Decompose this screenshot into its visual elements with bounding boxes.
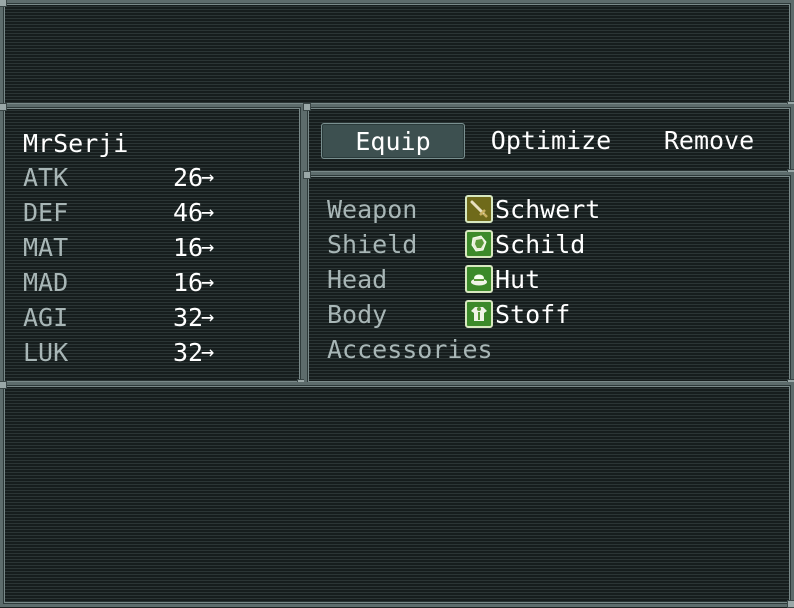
remove-command[interactable]: Remove xyxy=(637,123,781,159)
shield-icon xyxy=(465,230,493,258)
stat-row-agi: AGI 32 → xyxy=(23,301,283,335)
slot-item-name: Hut xyxy=(495,265,541,294)
stat-row-mad: MAD 16 → xyxy=(23,266,283,300)
stat-row-def: DEF 46 → xyxy=(23,196,283,230)
slot-weapon[interactable]: Weapon Schwert xyxy=(327,193,777,227)
right-arrow-icon: → xyxy=(201,340,215,365)
stat-value: 32 xyxy=(173,303,204,332)
stat-label: MAT xyxy=(23,233,69,262)
command-window: Equip Optimize Remove xyxy=(303,103,794,177)
slot-label: Shield xyxy=(327,230,418,259)
slot-label: Accessories xyxy=(327,335,493,364)
slot-label: Weapon xyxy=(327,195,418,224)
right-arrow-icon: → xyxy=(201,165,215,190)
stat-value: 16 xyxy=(173,268,204,297)
slot-label: Head xyxy=(327,265,388,294)
stat-label: AGI xyxy=(23,303,69,332)
right-arrow-icon: → xyxy=(201,200,215,225)
help-window xyxy=(0,0,794,109)
slot-item-name: Stoff xyxy=(495,300,571,329)
right-arrow-icon: → xyxy=(201,270,215,295)
slot-body[interactable]: Body Stoff xyxy=(327,298,777,332)
stat-value: 46 xyxy=(173,198,204,227)
slot-shield[interactable]: Shield Schild xyxy=(327,228,777,262)
hat-icon xyxy=(465,265,493,293)
stat-row-mat: MAT 16 → xyxy=(23,231,283,265)
stat-value: 16 xyxy=(173,233,204,262)
equip-command[interactable]: Equip xyxy=(321,123,465,159)
slot-item-name: Schwert xyxy=(495,195,601,224)
stat-value: 26 xyxy=(173,163,204,192)
cloth-armor-icon xyxy=(465,300,493,328)
equip-slot-window: Weapon Schwert Shield Schild Head Hut Bo… xyxy=(303,171,794,387)
right-arrow-icon: → xyxy=(201,235,215,260)
slot-item-name: Schild xyxy=(495,230,586,259)
slot-head[interactable]: Head Hut xyxy=(327,263,777,297)
stat-row-luk: LUK 32 → xyxy=(23,336,283,370)
slot-label: Body xyxy=(327,300,388,329)
status-window: MrSerji ATK 26 → DEF 46 → MAT 16 → MAD 1… xyxy=(0,103,305,387)
stat-label: LUK xyxy=(23,338,69,367)
actor-name: MrSerji xyxy=(23,129,129,158)
stat-label: MAD xyxy=(23,268,69,297)
optimize-command[interactable]: Optimize xyxy=(475,123,627,159)
slot-accessories[interactable]: Accessories xyxy=(327,333,777,367)
item-list-window[interactable] xyxy=(0,381,794,608)
right-arrow-icon: → xyxy=(201,305,215,330)
stat-label: DEF xyxy=(23,198,69,227)
sword-icon xyxy=(465,195,493,223)
stat-value: 32 xyxy=(173,338,204,367)
stat-label: ATK xyxy=(23,163,69,192)
stat-row-atk: ATK 26 → xyxy=(23,161,283,195)
